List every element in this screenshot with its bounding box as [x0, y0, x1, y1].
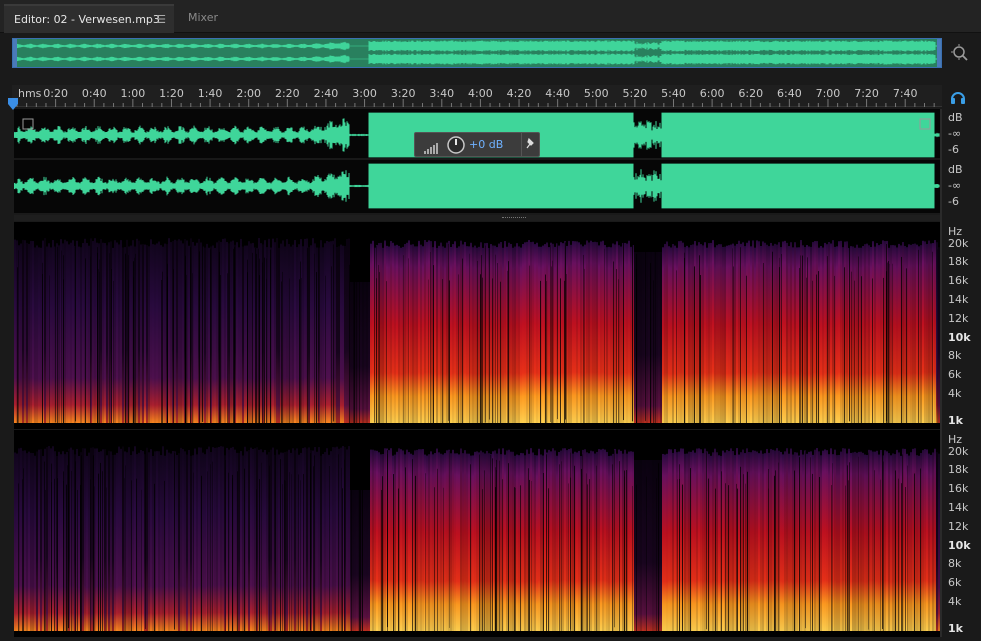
zoom-navigator-icon[interactable] — [950, 43, 970, 63]
waveform-channels — [14, 112, 940, 209]
volume-knob-icon[interactable] — [447, 136, 465, 154]
amplitude-hud[interactable]: +0 dB — [414, 132, 540, 157]
hz-label: 14k — [948, 293, 969, 306]
hz-label: 10k — [948, 331, 971, 344]
hz-label: 12k — [948, 520, 969, 533]
time-ruler[interactable]: hms 0:20 0:40 1:00 1:20 1:40 2:00 2:20 2:40 3:00… — [12, 85, 942, 107]
ruler-tick-marks — [16, 99, 935, 107]
playhead-icon[interactable] — [8, 95, 18, 110]
editor-panel: hms 0:20 0:40 1:00 1:20 1:40 2:00 2:20 2:40 3:00… — [0, 33, 981, 641]
hz-label: 8k — [948, 349, 962, 362]
pin-icon[interactable] — [521, 133, 539, 156]
db-scale-channel-1: dB -∞ -6 — [942, 111, 980, 161]
db-label: -∞ — [948, 179, 962, 192]
hz-label: 6k — [948, 368, 962, 381]
hz-label: 20k — [948, 237, 969, 250]
hz-label: 8k — [948, 557, 962, 570]
hz-label: 10k — [948, 539, 971, 552]
hz-label: 18k — [948, 463, 969, 476]
tab-mixer-label: Mixer — [188, 11, 219, 24]
tab-editor-label: Editor: 02 - Verwesen.mp3 — [14, 13, 160, 26]
db-scale-channel-2: dB -∞ -6 — [942, 163, 980, 213]
hamburger-menu-icon[interactable]: ☰ — [156, 6, 166, 33]
hz-label: 18k — [948, 255, 969, 268]
hz-scale-channel-2: Hz 20k 18k 16k 14k 12k 10k 8k 6k 4k 1k — [942, 431, 980, 637]
hz-label: 20k — [948, 445, 969, 458]
level-meter-icon — [424, 139, 440, 154]
waveform-display[interactable] — [14, 109, 940, 213]
tab-editor[interactable]: Editor: 02 - Verwesen.mp3 ☰ — [4, 4, 174, 33]
divider-grip[interactable] — [502, 217, 526, 219]
overview-waveform — [13, 39, 941, 67]
overview-navigator[interactable] — [12, 38, 942, 68]
hz-label: 1k — [948, 414, 963, 427]
volume-value[interactable]: +0 dB — [469, 138, 503, 151]
hz-label: 14k — [948, 501, 969, 514]
headphones-icon[interactable] — [950, 89, 966, 105]
hz-label: 16k — [948, 274, 969, 287]
hz-label: 4k — [948, 595, 962, 608]
hz-scale-channel-1: Hz 20k 18k 16k 14k 12k 10k 8k 6k 4k 1k — [942, 223, 980, 429]
panel-divider[interactable] — [14, 215, 940, 221]
spectrogram-image — [14, 222, 940, 429]
hz-label: 6k — [948, 576, 962, 589]
tab-bar: Editor: 02 - Verwesen.mp3 ☰ Mixer — [0, 0, 981, 33]
db-unit-label: dB — [948, 111, 963, 124]
spectrogram-channel-1[interactable] — [14, 222, 940, 429]
db-unit-label: dB — [948, 163, 963, 176]
spectrogram-channel-2[interactable] — [14, 430, 940, 637]
hz-label: 1k — [948, 622, 963, 635]
tab-mixer[interactable]: Mixer — [178, 4, 238, 33]
spectrogram-image — [14, 430, 940, 637]
db-label: -6 — [948, 143, 959, 156]
hz-label: 12k — [948, 312, 969, 325]
right-border — [940, 109, 942, 637]
hz-label: 16k — [948, 482, 969, 495]
db-label: -6 — [948, 195, 959, 208]
db-label: -∞ — [948, 127, 962, 140]
hz-label: 4k — [948, 387, 962, 400]
